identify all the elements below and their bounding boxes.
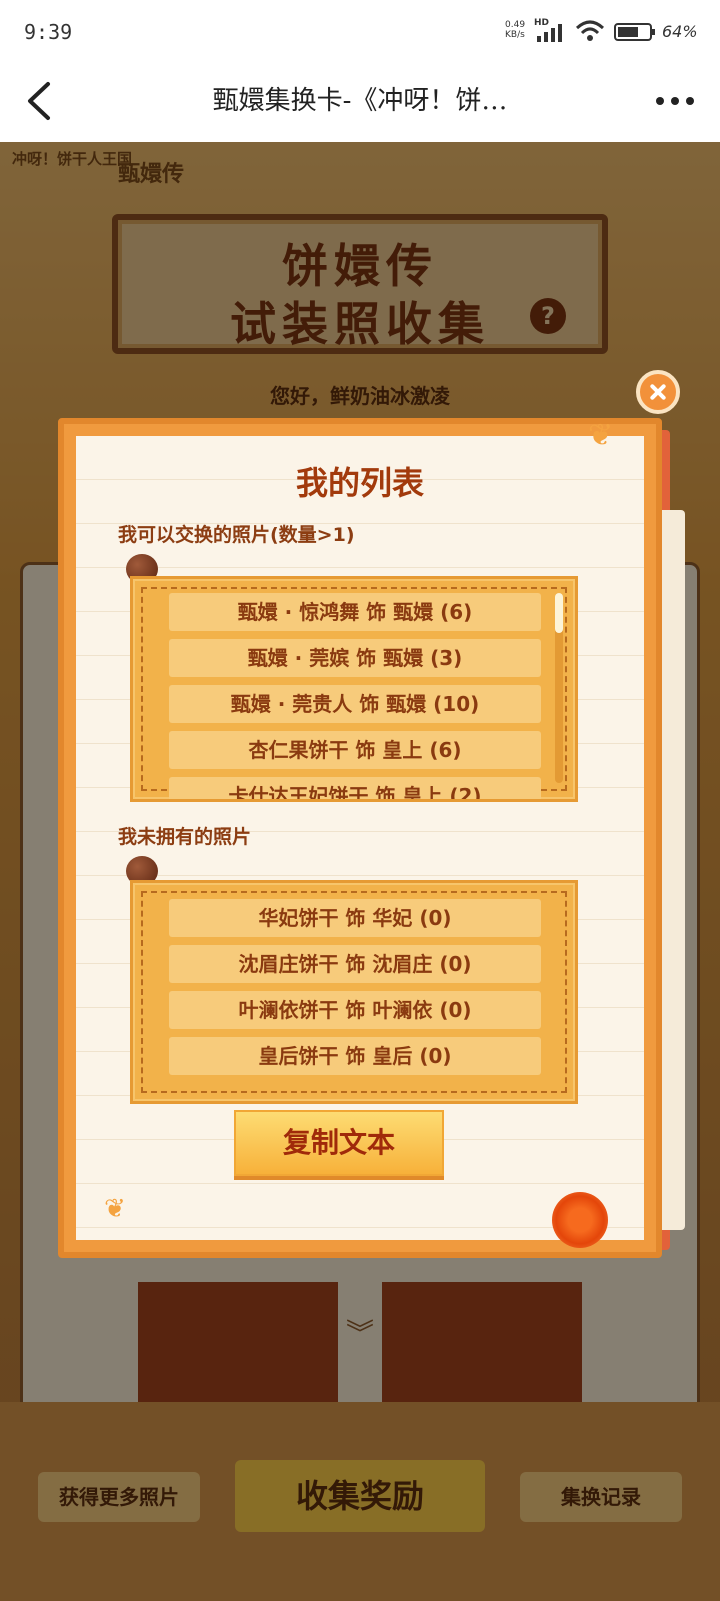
network-speed-value: 0.49 bbox=[505, 20, 526, 30]
list-item: 甄嬛 · 莞贵人 饰 甄嬛 (10) bbox=[169, 685, 541, 723]
list-item: 沈眉庄饼干 饰 沈眉庄 (0) bbox=[169, 945, 541, 983]
page-title: 甄嬛集换卡-《冲呀！饼… bbox=[212, 86, 508, 116]
wifi-icon bbox=[575, 20, 605, 41]
list-item: 甄嬛 · 惊鸿舞 饰 甄嬛 (6) bbox=[169, 593, 541, 631]
network-speed: 0.49 KB/s bbox=[505, 20, 525, 40]
scrollbar-thumb[interactable] bbox=[555, 593, 563, 633]
network-speed-unit: KB/s bbox=[505, 30, 525, 40]
more-options-icon[interactable] bbox=[650, 86, 700, 116]
status-bar: 9:39 0.49 KB/s HD 64% bbox=[0, 0, 720, 62]
list-item: 卡仕达王妃饼干 饰 皇上 (2) bbox=[169, 777, 541, 799]
list-item: 华妃饼干 饰 华妃 (0) bbox=[169, 899, 541, 937]
tradeable-label: 我可以交换的照片(数量>1) bbox=[118, 524, 355, 546]
list-item: 甄嬛 · 莞嫔 饰 甄嬛 (3) bbox=[169, 639, 541, 677]
list-scrollbar[interactable] bbox=[555, 593, 563, 783]
nav-bar: 甄嬛集换卡-《冲呀！饼… bbox=[0, 62, 720, 142]
battery-percent: 64% bbox=[662, 22, 698, 41]
flower-icon bbox=[552, 1192, 608, 1248]
butterfly-icon: ❦ bbox=[588, 418, 614, 453]
butterfly-icon: ❦ bbox=[104, 1194, 126, 1224]
missing-label: 我未拥有的照片 bbox=[118, 826, 252, 848]
signal-icon bbox=[537, 24, 562, 42]
list-item: 叶澜依饼干 饰 叶澜依 (0) bbox=[169, 991, 541, 1029]
clock: 9:39 bbox=[24, 20, 73, 44]
my-list-modal: ❦ ❦ 我的列表 我可以交换的照片(数量>1) 甄嬛 · 惊鸿舞 饰 甄嬛 (6… bbox=[58, 418, 662, 1258]
missing-list[interactable]: 华妃饼干 饰 华妃 (0) 沈眉庄饼干 饰 沈眉庄 (0) 叶澜依饼干 饰 叶澜… bbox=[130, 880, 578, 1104]
modal-title: 我的列表 bbox=[295, 464, 424, 502]
list-item: 杏仁果饼干 饰 皇上 (6) bbox=[169, 731, 541, 769]
battery-icon bbox=[614, 23, 655, 41]
list-item: 皇后饼干 饰 皇后 (0) bbox=[169, 1037, 541, 1075]
close-icon[interactable] bbox=[636, 370, 680, 414]
copy-text-button[interactable]: 复制文本 bbox=[234, 1110, 444, 1176]
back-icon[interactable] bbox=[20, 78, 60, 124]
tradeable-list[interactable]: 甄嬛 · 惊鸿舞 饰 甄嬛 (6) 甄嬛 · 莞嫔 饰 甄嬛 (3) 甄嬛 · … bbox=[130, 576, 578, 802]
